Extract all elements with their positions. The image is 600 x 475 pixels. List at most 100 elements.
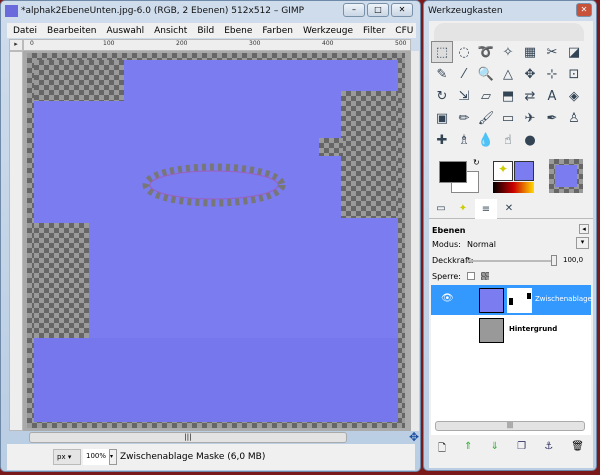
eraser-tool-icon[interactable]: ▭: [497, 107, 519, 129]
menu-farben[interactable]: Farben: [262, 26, 293, 36]
tab-tool-options[interactable]: ▭: [431, 199, 451, 217]
mode-dropdown-button[interactable]: ▾: [576, 237, 589, 249]
raise-layer-button[interactable]: ⇑: [464, 441, 472, 458]
ruler-corner[interactable]: ▸: [9, 39, 23, 51]
menu-ebene[interactable]: Ebene: [224, 26, 252, 36]
smudge-tool-icon[interactable]: ☝: [497, 129, 519, 151]
dodge-burn-tool-icon[interactable]: ●: [519, 129, 541, 151]
color-picker-tool-icon[interactable]: ⁄: [453, 63, 475, 85]
layer-mask-thumbnail: [507, 288, 532, 313]
toolbox-window: Werkzeugkasten ✕ ⬚ ◌ ➰ ✧ ▦ ✂ ◪ ✎ ⁄ 🔍 △ ✥ ⊹ ⊡ ↻ ⇲ ▱ ⬒ ⇄ A ◈ ▣ ✏…: [423, 0, 597, 471]
fuzzy-select-tool-icon[interactable]: ✧: [497, 41, 519, 63]
maximize-button[interactable]: □: [367, 3, 389, 17]
status-message: Zwischenablage Maske (6,0 MB): [120, 452, 266, 462]
minimize-button[interactable]: –: [343, 3, 365, 17]
delete-layer-button[interactable]: 🗑: [571, 441, 584, 458]
rect-select-tool-icon[interactable]: ⬚: [431, 41, 453, 63]
layer-row[interactable]: Hintergrund: [431, 315, 591, 345]
horizontal-scrollbar[interactable]: |||: [29, 432, 347, 443]
airbrush-tool-icon[interactable]: ✈: [519, 107, 541, 129]
brush-preview[interactable]: ✦: [493, 161, 513, 181]
image-window: *alphak2EbeneUnten.jpg-6.0 (RGB, 2 Ebene…: [0, 0, 451, 472]
ruler-tick-label: 0: [30, 40, 34, 47]
lock-pixels-checkbox[interactable]: [467, 272, 475, 280]
canvas-area[interactable]: [23, 51, 411, 431]
tab-paths[interactable]: ✕: [499, 199, 519, 217]
menu-bearbeiten[interactable]: Bearbeiten: [47, 26, 96, 36]
image-canvas[interactable]: [27, 53, 405, 428]
scissors-tool-icon[interactable]: ✂: [541, 41, 563, 63]
zoom-tool-icon[interactable]: 🔍: [475, 63, 497, 85]
anchor-layer-button[interactable]: ⚓: [544, 441, 553, 458]
lock-label: Sperre:: [432, 272, 461, 281]
foreground-select-tool-icon[interactable]: ◪: [563, 41, 585, 63]
ruler-tick-label: 400: [322, 40, 334, 47]
align-tool-icon[interactable]: ⊹: [541, 63, 563, 85]
foreground-color[interactable]: [439, 161, 467, 183]
dock-menu-button[interactable]: ◂: [579, 224, 589, 234]
menu-bild[interactable]: Bild: [197, 26, 214, 36]
close-button[interactable]: ✕: [391, 3, 413, 17]
layer-name[interactable]: Zwischenablage: [535, 295, 592, 303]
menu-datei[interactable]: Datei: [13, 26, 37, 36]
blur-tool-icon[interactable]: 💧: [475, 129, 497, 151]
menu-auswahl[interactable]: Auswahl: [106, 26, 144, 36]
menu-cfu[interactable]: CFU: [395, 26, 413, 36]
layer-buttons: 🗋 ⇑ ⇓ ❐ ⚓ 🗑: [429, 441, 593, 458]
tool-grid: ⬚ ◌ ➰ ✧ ▦ ✂ ◪ ✎ ⁄ 🔍 △ ✥ ⊹ ⊡ ↻ ⇲ ▱ ⬒ ⇄ A ◈ ▣ ✏ 🖌 ▭ ✈ ✒ ♙ ✚ ♗ 💧 ☝ ●: [431, 41, 595, 151]
new-layer-button[interactable]: 🗋: [438, 441, 446, 458]
swap-colors-icon[interactable]: ↻: [473, 158, 480, 167]
pencil-tool-icon[interactable]: ✏: [453, 107, 475, 129]
paths-tool-icon[interactable]: ✎: [431, 63, 453, 85]
tab-brushes[interactable]: ✦: [453, 199, 473, 217]
duplicate-layer-button[interactable]: ❐: [517, 441, 526, 458]
menu-werkzeuge[interactable]: Werkzeuge: [303, 26, 353, 36]
perspective-tool-icon[interactable]: ⬒: [497, 85, 519, 107]
layer-name[interactable]: Hintergrund: [509, 325, 557, 333]
unit-select[interactable]: px ▾: [53, 449, 81, 465]
flip-tool-icon[interactable]: ⇄: [519, 85, 541, 107]
measure-tool-icon[interactable]: △: [497, 63, 519, 85]
shear-tool-icon[interactable]: ▱: [475, 85, 497, 107]
lower-layer-button[interactable]: ⇓: [491, 441, 499, 458]
opacity-value[interactable]: 100,0: [563, 256, 583, 264]
gimp-icon: [5, 5, 18, 17]
zoom-select[interactable]: 100%: [83, 449, 109, 465]
ink-tool-icon[interactable]: ✒: [541, 107, 563, 129]
clone-tool-icon[interactable]: ♙: [563, 107, 585, 129]
color-select-tool-icon[interactable]: ▦: [519, 41, 541, 63]
paintbrush-tool-icon[interactable]: 🖌: [475, 107, 497, 129]
lock-alpha-icon[interactable]: [481, 272, 489, 280]
toolbox-close-button[interactable]: ✕: [576, 3, 592, 17]
opacity-slider[interactable]: [467, 255, 557, 266]
bucket-fill-tool-icon[interactable]: ◈: [563, 85, 585, 107]
rotate-tool-icon[interactable]: ↻: [431, 85, 453, 107]
horizontal-ruler: 0 100 200 300 400 500: [23, 39, 411, 51]
tab-layers[interactable]: ≡: [475, 199, 497, 219]
lasso-tool-icon[interactable]: ➰: [475, 41, 497, 63]
window-title: *alphak2EbeneUnten.jpg-6.0 (RGB, 2 Ebene…: [21, 6, 305, 16]
heal-tool-icon[interactable]: ✚: [431, 129, 453, 151]
ellipse-selection: [142, 163, 286, 207]
visibility-eye-icon[interactable]: 👁: [441, 293, 454, 304]
image-preview[interactable]: [549, 159, 583, 193]
text-tool-icon[interactable]: A: [541, 85, 563, 107]
layer-row[interactable]: 👁 Zwischenablage: [431, 285, 592, 315]
gradient-preview[interactable]: [493, 182, 534, 193]
dock-tabs: ▭ ✦ ≡ ✕: [429, 199, 593, 219]
crop-tool-icon[interactable]: ⊡: [563, 63, 585, 85]
vertical-scrollbar[interactable]: [411, 51, 419, 431]
menu-ansicht[interactable]: Ansicht: [154, 26, 187, 36]
layers-scrollbar[interactable]: |||: [435, 421, 585, 431]
perspective-clone-tool-icon[interactable]: ♗: [453, 129, 475, 151]
blend-tool-icon[interactable]: ▣: [431, 107, 453, 129]
pattern-preview[interactable]: [514, 161, 534, 181]
mode-value[interactable]: Normal: [467, 240, 496, 249]
move-tool-icon[interactable]: ✥: [519, 63, 541, 85]
mode-label: Modus:: [432, 240, 461, 249]
scale-tool-icon[interactable]: ⇲: [453, 85, 475, 107]
menu-filter[interactable]: Filter: [363, 26, 385, 36]
zoom-dropdown-button[interactable]: ▾: [109, 449, 117, 465]
navigate-icon[interactable]: ✥: [409, 430, 419, 444]
ellipse-select-tool-icon[interactable]: ◌: [453, 41, 475, 63]
